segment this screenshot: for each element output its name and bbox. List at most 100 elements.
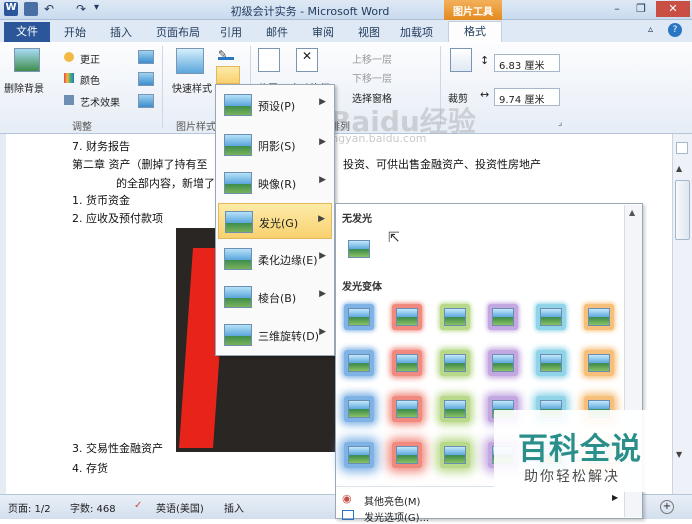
tab-insert[interactable]: 插入 — [110, 24, 132, 42]
baidu-watermark-url: jingyan.baidu.com — [325, 132, 427, 145]
glow-variant-option[interactable] — [392, 442, 422, 468]
glow-variant-option[interactable] — [344, 396, 374, 422]
tab-file[interactable]: 文件 — [4, 22, 50, 42]
glow-variant-option[interactable] — [488, 350, 518, 376]
ribbon-tab-row: 开始 插入 页面布局 引用 邮件 审阅 视图 加载项 ▵ ? — [0, 20, 692, 42]
glow-variant-option[interactable] — [392, 304, 422, 330]
save-icon[interactable] — [24, 2, 38, 16]
corrections-button[interactable]: 更正 — [80, 51, 100, 66]
quick-styles-button[interactable]: 快速样式 — [172, 80, 212, 95]
restore-button[interactable]: ❐ — [630, 1, 652, 17]
proofing-icon[interactable]: ✓ — [134, 500, 142, 511]
glow-variant-option[interactable] — [344, 350, 374, 376]
more-colors-icon: ◉ — [342, 492, 352, 505]
glow-variant-option[interactable] — [440, 442, 470, 468]
more-glow-colors-item[interactable]: 其他亮色(M) — [364, 493, 420, 508]
scroll-up-icon[interactable]: ▲ — [629, 208, 635, 217]
glow-variant-option[interactable] — [440, 350, 470, 376]
soft-edges-icon — [224, 248, 252, 270]
glow-variant-option[interactable] — [440, 304, 470, 330]
glow-variant-option[interactable] — [488, 304, 518, 330]
glow-variant-option[interactable] — [392, 396, 422, 422]
menu-item-3d-rotation[interactable]: 三维旋转(D) ▶ — [218, 317, 332, 353]
picture-icon — [396, 308, 418, 326]
artistic-effects-icon — [64, 95, 74, 105]
picture-icon — [348, 308, 370, 326]
glow-variant-option[interactable] — [584, 304, 614, 330]
close-button[interactable]: ✕ — [656, 1, 690, 17]
help-icon[interactable]: ? — [668, 23, 682, 37]
size-dialog-launcher-icon[interactable]: ⌟ — [558, 118, 562, 128]
glow-variant-option[interactable] — [344, 442, 374, 468]
word-count[interactable]: 字数: 468 — [70, 500, 116, 515]
glow-variant-option[interactable] — [536, 304, 566, 330]
glow-variant-option[interactable] — [344, 304, 374, 330]
remove-background-icon[interactable] — [14, 48, 40, 72]
insert-mode-indicator[interactable]: 插入 — [224, 500, 244, 515]
glow-variant-option[interactable] — [584, 350, 614, 376]
picture-icon — [396, 400, 418, 418]
wrap-text-icon[interactable]: ✕ — [296, 48, 318, 72]
window-title: 初级会计实务 - Microsoft Word — [230, 5, 390, 18]
menu-item-shadow[interactable]: 阴影(S) ▶ — [218, 127, 332, 163]
bring-forward-button[interactable]: 上移一层 — [352, 51, 392, 66]
color-button[interactable]: 颜色 — [80, 72, 100, 87]
picture-icon — [444, 308, 466, 326]
corrections-icon — [64, 52, 74, 62]
doc-line: 投资、可供出售金融资产、投资性房地产 — [343, 158, 541, 171]
tab-home[interactable]: 开始 — [64, 24, 86, 42]
zoom-in-icon[interactable]: + — [660, 500, 674, 514]
ruler-toggle-icon[interactable] — [676, 142, 688, 154]
picture-icon — [348, 400, 370, 418]
artistic-effects-button[interactable]: 艺术效果 — [80, 94, 120, 109]
width-spinner[interactable]: 9.74 厘米 — [494, 88, 560, 106]
vertical-scrollbar[interactable]: ▲ ▼ — [672, 134, 692, 494]
picture-effects-button[interactable] — [216, 66, 240, 84]
scroll-down-icon[interactable]: ▼ — [676, 450, 682, 459]
undo-icon[interactable]: ↶ — [44, 2, 58, 16]
picture-styles-group-label: 图片样式 — [176, 122, 216, 133]
left-margin — [0, 134, 6, 494]
crop-icon[interactable] — [450, 48, 472, 72]
tab-references[interactable]: 引用 — [220, 24, 242, 42]
picture-border-icon[interactable]: ✎ — [218, 48, 234, 61]
send-backward-button[interactable]: 下移一层 — [352, 70, 392, 85]
page-count[interactable]: 页面: 1/2 — [8, 500, 51, 515]
glow-variant-option[interactable] — [440, 396, 470, 422]
compress-pictures-icon[interactable] — [138, 50, 154, 64]
tab-format[interactable]: 格式 — [448, 21, 502, 43]
tab-review[interactable]: 审阅 — [312, 24, 334, 42]
position-icon[interactable] — [258, 48, 280, 72]
no-glow-option[interactable] — [344, 236, 374, 262]
customize-quick-access-icon[interactable]: ▾ — [94, 2, 108, 16]
menu-item-preset[interactable]: 预设(P) ▶ — [218, 87, 332, 123]
tab-view[interactable]: 视图 — [358, 24, 380, 42]
language-indicator[interactable]: 英语(美国) — [156, 500, 204, 515]
remove-background-button[interactable]: 删除背景 — [4, 80, 44, 95]
menu-item-glow[interactable]: 发光(G) ▶ — [218, 203, 332, 239]
menu-item-reflection[interactable]: 映像(R) ▶ — [218, 165, 332, 201]
redo-icon[interactable]: ↷ — [76, 2, 90, 16]
quick-styles-icon[interactable] — [176, 48, 204, 74]
scroll-thumb[interactable] — [675, 180, 690, 240]
tab-page-layout[interactable]: 页面布局 — [156, 24, 200, 42]
menu-item-soft-edges[interactable]: 柔化边缘(E) ▶ — [218, 241, 332, 277]
height-spinner[interactable]: 6.83 厘米 — [494, 54, 560, 72]
reset-picture-icon[interactable] — [138, 94, 154, 108]
reflection-icon — [224, 172, 252, 194]
tab-mailings[interactable]: 邮件 — [266, 24, 288, 42]
submenu-arrow-icon: ▶ — [612, 493, 619, 502]
glow-variant-option[interactable] — [536, 350, 566, 376]
submenu-arrow-icon: ▶ — [319, 251, 326, 261]
tab-addins[interactable]: 加载项 — [400, 24, 433, 42]
picture-icon — [396, 354, 418, 372]
glow-options-item[interactable]: 发光选项(G)... — [364, 509, 429, 524]
scroll-up-icon[interactable]: ▲ — [676, 164, 682, 173]
change-picture-icon[interactable] — [138, 72, 154, 86]
glow-variant-option[interactable] — [392, 350, 422, 376]
menu-item-bevel[interactable]: 棱台(B) ▶ — [218, 279, 332, 315]
minimize-ribbon-icon[interactable]: ▵ — [648, 24, 653, 35]
watermark-logo: 百科全说 — [518, 432, 642, 467]
minimize-button[interactable]: – — [606, 1, 628, 17]
word-logo-icon[interactable]: W — [4, 2, 18, 16]
